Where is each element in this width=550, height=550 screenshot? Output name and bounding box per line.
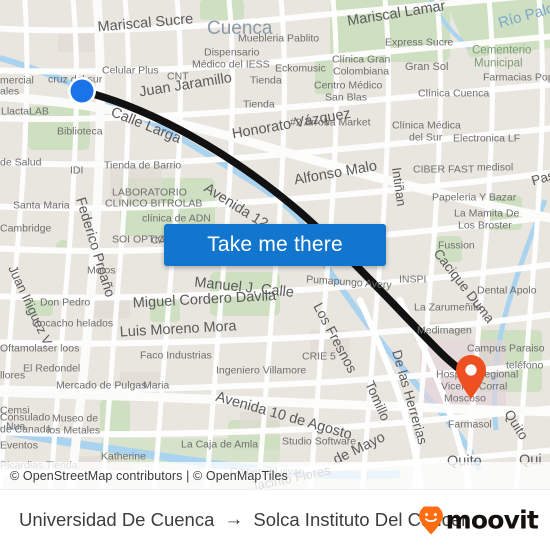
map-label: Médico del IESS bbox=[192, 59, 270, 71]
map-label: Electronica LF bbox=[453, 133, 520, 145]
map-label: Fussion bbox=[438, 240, 475, 252]
map-label: Museo de bbox=[52, 413, 98, 425]
map-label: San Blas bbox=[325, 92, 367, 104]
map-label: Cementerio bbox=[472, 45, 531, 57]
map-label: INSPI bbox=[399, 274, 426, 286]
map-label: Celular Plus bbox=[102, 65, 159, 77]
take-me-there-label: Take me there bbox=[207, 233, 343, 256]
map-label: del Sur bbox=[409, 132, 443, 144]
map-label: Colombiana bbox=[333, 66, 389, 78]
map-label: Nua bbox=[6, 421, 25, 433]
moovit-pin-icon bbox=[418, 506, 443, 534]
map-label: CLINICO BITROLAB bbox=[105, 198, 202, 210]
map-label: Ingeniero Villamore bbox=[216, 365, 306, 377]
map-label: Katherine bbox=[101, 451, 146, 463]
map-label: los Metales bbox=[47, 425, 100, 437]
map-label: Biblioteca bbox=[57, 126, 103, 138]
map-label: de Salud bbox=[0, 157, 42, 169]
map-label: Motos bbox=[87, 265, 116, 277]
map-label: CIBER FAST bbox=[413, 164, 475, 176]
map-label: Centro Médico bbox=[314, 80, 382, 92]
map-label: Gran Sol bbox=[405, 61, 448, 73]
map-label: Clínica Gran bbox=[332, 54, 391, 66]
map-label: Mercado de Pulgas bbox=[56, 380, 146, 392]
map-label: medisol bbox=[477, 162, 513, 174]
map-label: Campus Paraiso bbox=[467, 343, 545, 355]
map-label: Faco Industrias bbox=[140, 350, 212, 362]
map-label: LlactaLAB bbox=[1, 106, 49, 118]
map-label: La Caja de Amla bbox=[181, 439, 258, 451]
map-label: Eckomusic bbox=[275, 63, 326, 75]
map-label: Los Broster bbox=[458, 220, 512, 232]
map-label: Tienda bbox=[250, 75, 282, 87]
map-label: Clínica Médica bbox=[392, 120, 461, 132]
map-label: Clínica Cuenca bbox=[418, 88, 489, 100]
moovit-wordmark: moovit bbox=[445, 505, 539, 535]
trip-origin-label: Universidad De Cuenca bbox=[19, 509, 215, 530]
map-label: clínica de ADN bbox=[142, 213, 211, 225]
map-label: La Zarumeñita bbox=[414, 302, 482, 314]
destination-marker[interactable] bbox=[455, 355, 487, 399]
map-label: Dispensario bbox=[204, 47, 260, 59]
map-label: Santa Maria bbox=[13, 200, 70, 212]
map-label: Cambridge bbox=[0, 223, 52, 235]
moovit-logo[interactable]: moovit bbox=[418, 505, 539, 535]
map-label: Tienda bbox=[243, 99, 275, 111]
map-label: Tienda de Barrio bbox=[104, 160, 181, 172]
map-viewport[interactable]: .land { fill:#e9e6e0; } .green { fill:#d… bbox=[0, 0, 550, 489]
trip-summary: Universidad De Cuenca → Solca Instituto … bbox=[0, 509, 467, 531]
origin-marker[interactable] bbox=[67, 76, 97, 106]
map-label: Muebleria Pablito bbox=[238, 33, 319, 45]
attribution-text: © OpenStreetMap contributors | © OpenMap… bbox=[10, 468, 288, 483]
map-label: Cocacho helados bbox=[32, 318, 113, 330]
take-me-there-button[interactable]: Take me there bbox=[164, 224, 386, 266]
map-label: llores bbox=[0, 370, 25, 382]
map-label: Maria bbox=[143, 380, 169, 392]
moovit-trip-map-screen: .land { fill:#e9e6e0; } .green { fill:#d… bbox=[0, 0, 550, 550]
arrow-right-icon: → bbox=[224, 509, 244, 530]
map-label: Farmasol bbox=[448, 419, 492, 431]
map-label: Eventos bbox=[0, 440, 38, 452]
map-label: IDI bbox=[70, 165, 83, 177]
map-label: ales bbox=[0, 86, 19, 98]
map-label: CRIE 5 bbox=[302, 351, 336, 363]
map-label: Don Pedro bbox=[40, 297, 90, 309]
trip-footer-bar: Universidad De Cuenca → Solca Instituto … bbox=[0, 489, 550, 550]
map-attribution: © OpenStreetMap contributors | © OpenMap… bbox=[0, 462, 550, 489]
map-label: Municipal bbox=[474, 58, 523, 70]
map-label: Dental Apolo bbox=[477, 285, 537, 297]
map-label: La Mamita De bbox=[454, 208, 520, 220]
map-label: Express Sucre bbox=[385, 37, 453, 49]
map-label: Farmacias Populares bbox=[483, 72, 550, 84]
map-label: Oftamolaser loos bbox=[0, 343, 79, 355]
map-label: Papeleria Y Bazar bbox=[432, 192, 517, 204]
map-label: El Redondel bbox=[23, 363, 80, 375]
map-label: Medimagen bbox=[417, 325, 472, 337]
